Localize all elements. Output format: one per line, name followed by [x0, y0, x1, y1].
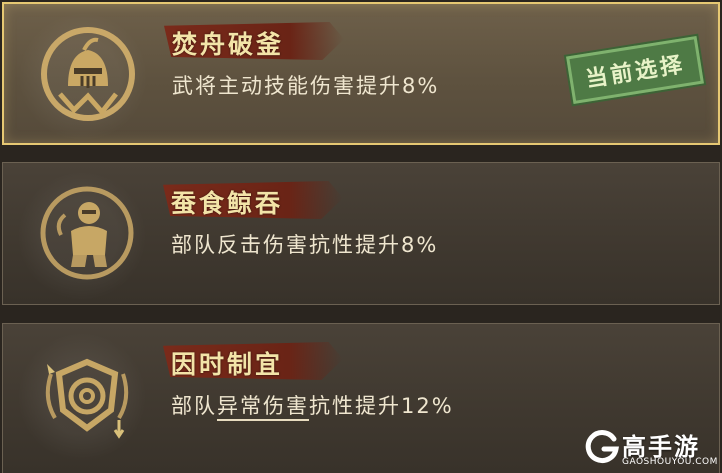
armored-soldier-icon: [40, 186, 134, 280]
knight-helmet-icon: [41, 27, 135, 121]
card-description: 武将主动技能伤害提升8%: [172, 74, 440, 98]
badge-label: 当前选择: [584, 52, 687, 93]
desc-suffix: 抗性提升12%: [309, 394, 454, 418]
current-selection-badge: 当前选择: [566, 35, 704, 105]
card-title: 因时制宜: [171, 350, 284, 379]
card-title: 蚕食鲸吞: [171, 189, 284, 218]
desc-prefix: 部队: [171, 394, 217, 418]
desc-underlined-term[interactable]: 异常伤害: [217, 394, 309, 421]
talent-card-fenzhoupofu[interactable]: 焚舟破釜 武将主动技能伤害提升8% 当前选择: [2, 2, 720, 145]
card-description: 部队反击伤害抗性提升8%: [171, 233, 439, 257]
watermark: 高手游 GAOSHOUYOU.COM: [584, 425, 717, 471]
gaoshouyou-logo-icon: [585, 430, 619, 464]
card-description: 部队异常伤害抗性提升12%: [171, 390, 454, 421]
card-title: 焚舟破釜: [172, 30, 285, 59]
shield-spiral-icon: [45, 358, 129, 439]
watermark-site: GAOSHOUYOU.COM: [622, 457, 718, 467]
talent-card-canshijingtun[interactable]: 蚕食鲸吞 部队反击伤害抗性提升8%: [2, 162, 720, 305]
